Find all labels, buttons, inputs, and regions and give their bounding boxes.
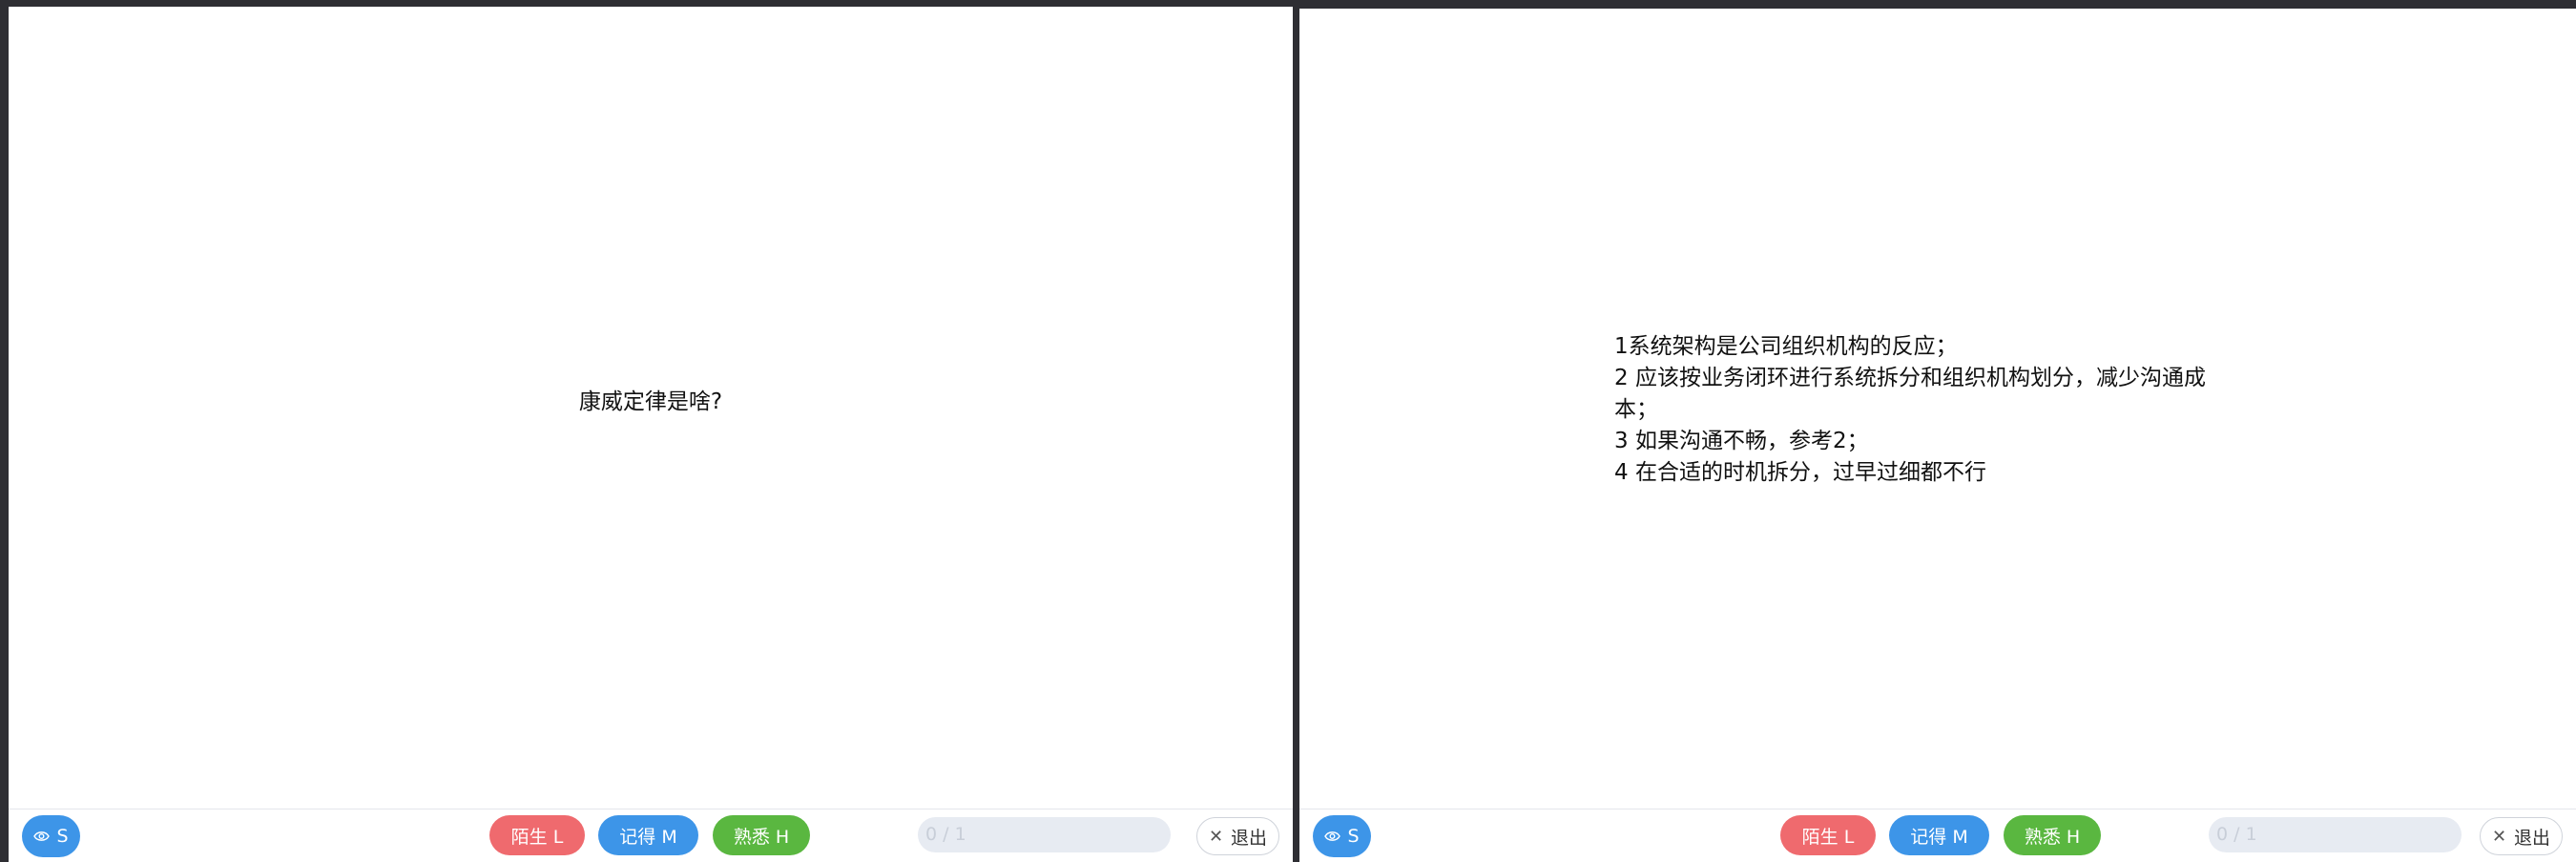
card-front: 康威定律是啥? S 陌生 L 记得 M 熟悉 H 0 / 1 ✕ 退出 — [9, 7, 1293, 862]
remember-button[interactable]: 记得 M — [598, 815, 698, 855]
show-answer-label: S — [56, 826, 69, 847]
remember-button[interactable]: 记得 M — [1889, 815, 1989, 855]
progress-indicator: 0 / 1 — [918, 817, 1171, 852]
question-text: 康威定律是啥? — [578, 389, 723, 414]
card-toolbar: S 陌生 L 记得 M 熟悉 H 0 / 1 ✕ 退出 — [9, 809, 1293, 862]
show-answer-button[interactable]: S — [1313, 815, 1371, 857]
unfamiliar-button[interactable]: 陌生 L — [489, 815, 585, 855]
answer-text: 1系统架构是公司组织机构的反应； 2 应该按业务闭环进行系统拆分和组织机构划分，… — [1614, 331, 2234, 489]
eye-icon — [33, 826, 51, 847]
familiar-button[interactable]: 熟悉 H — [2004, 815, 2101, 855]
close-icon: ✕ — [1208, 826, 1224, 847]
exit-button[interactable]: ✕ 退出 — [2480, 817, 2563, 855]
progress-indicator: 0 / 1 — [2209, 817, 2462, 852]
card-toolbar: S 陌生 L 记得 M 熟悉 H 0 / 1 ✕ 退出 — [1299, 809, 2576, 862]
show-answer-label: S — [1347, 826, 1360, 847]
exit-label: 退出 — [1231, 827, 1268, 849]
answer-line: 3 如果沟通不畅，参考2； — [1614, 429, 1869, 453]
answer-line: 2 应该按业务闭环进行系统拆分和组织机构划分，减少沟通成本； — [1614, 366, 2206, 422]
answer-line: 1系统架构是公司组织机构的反应； — [1614, 334, 1958, 359]
close-icon: ✕ — [2491, 826, 2507, 847]
answer-line: 4 在合适的时机拆分，过早过细都不行 — [1614, 460, 1986, 485]
exit-label: 退出 — [2514, 827, 2551, 849]
eye-icon — [1324, 826, 1341, 847]
card-front-content: 康威定律是啥? — [9, 7, 1293, 807]
unfamiliar-button[interactable]: 陌生 L — [1780, 815, 1876, 855]
familiar-button[interactable]: 熟悉 H — [713, 815, 810, 855]
exit-button[interactable]: ✕ 退出 — [1196, 817, 1279, 855]
card-back-content: 1系统架构是公司组织机构的反应； 2 应该按业务闭环进行系统拆分和组织机构划分，… — [1299, 9, 2576, 809]
card-back: 1系统架构是公司组织机构的反应； 2 应该按业务闭环进行系统拆分和组织机构划分，… — [1299, 9, 2576, 862]
show-answer-button[interactable]: S — [22, 815, 80, 857]
